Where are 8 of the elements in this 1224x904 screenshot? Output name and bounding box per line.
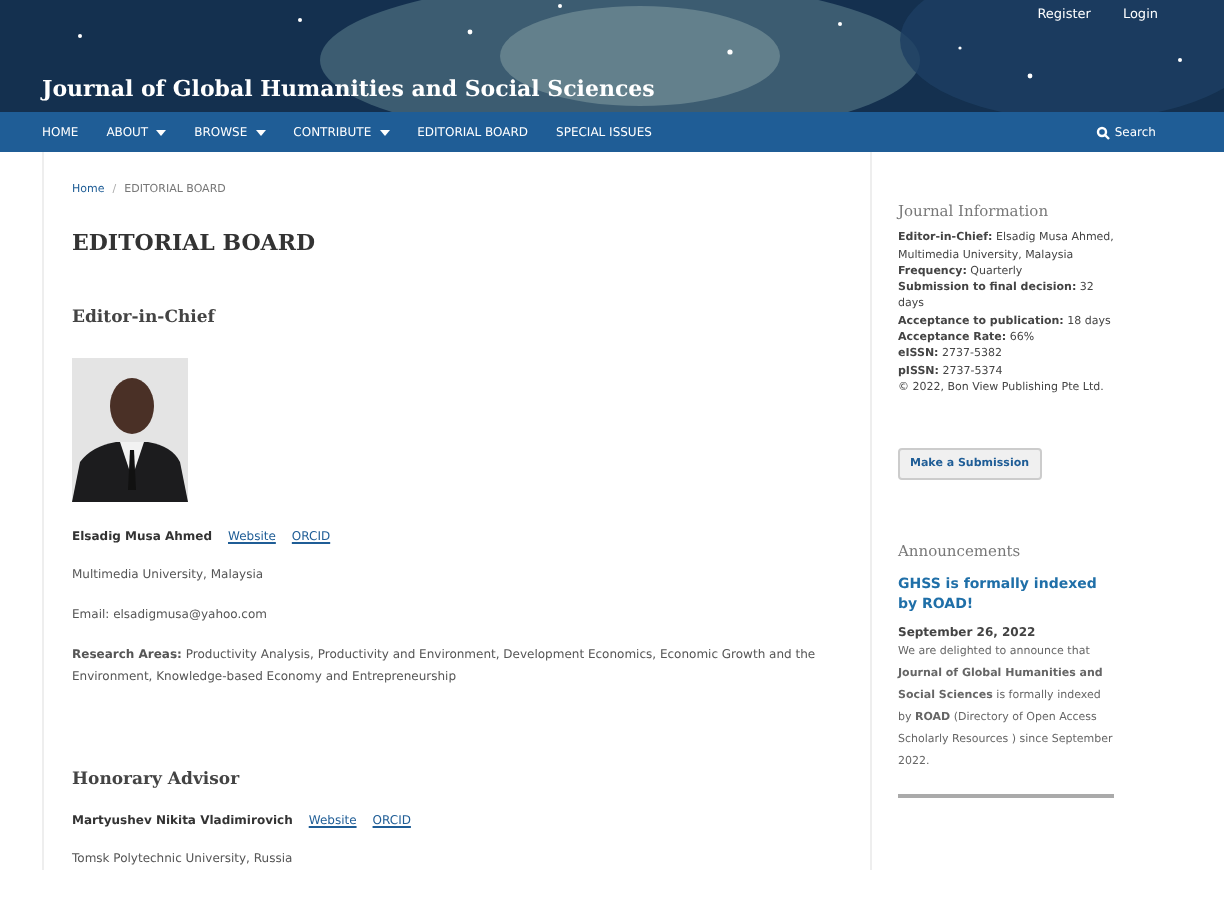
caret-icon [255,129,266,135]
caret-icon [156,129,167,135]
search-icon [1096,125,1111,139]
caret-icon [379,129,390,135]
section-heading: Honorary Advisor [72,767,242,793]
section-heading: Editor-in-Chief [72,305,218,331]
site-title[interactable]: Journal of Global Humanities and Social Sciences [42,73,1224,107]
page-title: EDITORIAL BOARD [72,228,318,261]
